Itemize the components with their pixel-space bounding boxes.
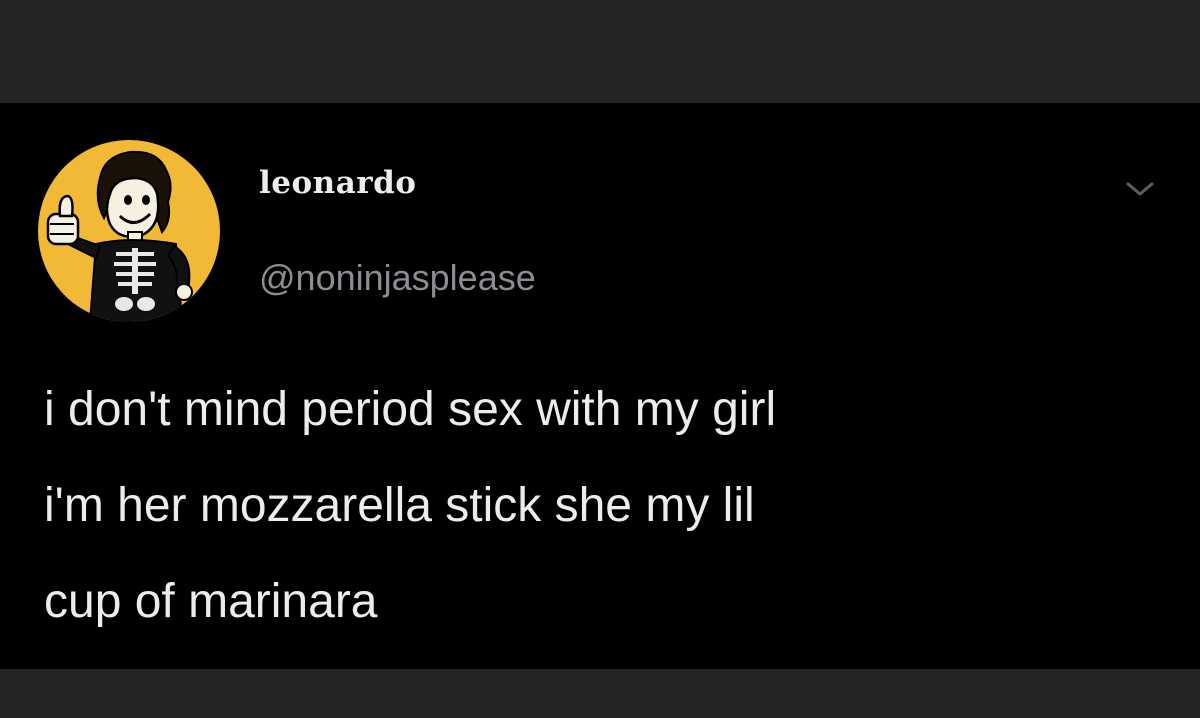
tweet-card: leonardo @noninjasplease i don't mind pe… [0,103,1200,669]
chevron-down-icon [1126,182,1154,196]
vault-boy-avatar-icon [46,150,193,322]
user-handle[interactable]: @noninjasplease [259,256,536,300]
more-options-button[interactable] [1118,167,1162,211]
bottom-frame [0,669,1200,718]
display-name[interactable]: leonardo [259,163,417,203]
avatar[interactable] [38,140,220,322]
tweet-text-line: i'm her mozzarella stick she my lil [44,479,755,532]
tweet-text: i don't mind period sex with my girl i'm… [44,362,1184,650]
tweet-text-line: i don't mind period sex with my girl [44,383,777,436]
tweet-text-line: cup of marinara [44,575,378,628]
top-frame [0,0,1200,103]
